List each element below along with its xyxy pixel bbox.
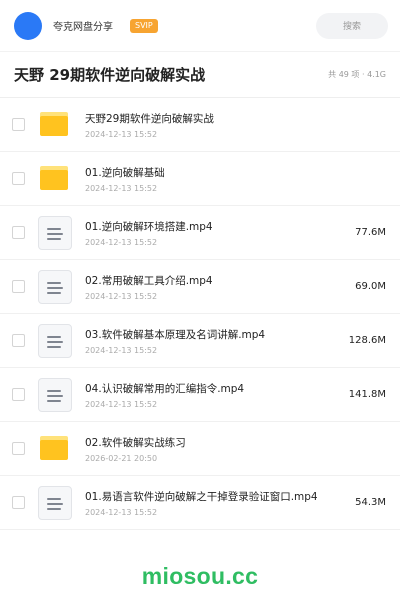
row-checkbox[interactable] (12, 172, 25, 185)
video-file-icon (38, 269, 72, 304)
item-date: 2024-12-13 15:52 (85, 399, 158, 409)
item-name: 01.易语言软件逆向破解之干掉登录验证窗口.mp4 (85, 490, 318, 503)
item-date: 2024-12-13 15:52 (85, 237, 158, 247)
row-checkbox[interactable] (12, 442, 25, 455)
item-info: 02.常用破解工具介绍.mp4 2024-12-13 15:52 (85, 273, 349, 301)
svip-badge: SVIP (130, 18, 158, 33)
quark-logo-icon[interactable] (14, 11, 42, 40)
item-date: 2024-12-13 15:52 (85, 345, 158, 355)
search-button[interactable]: 搜索 (316, 12, 388, 39)
row-checkbox[interactable] (12, 388, 25, 401)
item-size: 54.3M (355, 497, 386, 508)
folder-meta: 共 49 项 · 4.1G (328, 70, 386, 79)
top-bar: 夸克网盘分享 SVIP 搜索 (0, 0, 400, 52)
file-row[interactable]: 01.逆向破解环境搭建.mp4 2024-12-13 15:52 77.6M (0, 206, 400, 260)
file-row[interactable]: 04.认识破解常用的汇编指令.mp4 2024-12-13 15:52 141.8M (0, 368, 400, 422)
folder-icon (38, 108, 72, 142)
item-name: 02.常用破解工具介绍.mp4 (85, 274, 213, 287)
item-info: 04.认识破解常用的汇编指令.mp4 2024-12-13 15:52 (85, 381, 343, 409)
item-info: 02.软件破解实战练习 2026-02-21 20:50 (85, 435, 386, 463)
video-file-icon (38, 377, 72, 412)
item-info: 01.逆向破解基础 2024-12-13 15:52 (85, 165, 386, 193)
row-checkbox[interactable] (12, 118, 25, 131)
item-name: 01.逆向破解环境搭建.mp4 (85, 220, 213, 233)
item-info: 天野29期软件逆向破解实战 2024-12-13 15:52 (85, 111, 386, 139)
item-date: 2024-12-13 15:52 (85, 183, 158, 193)
folder-row[interactable]: 天野29期软件逆向破解实战 2024-12-13 15:52 (0, 98, 400, 152)
item-size: 77.6M (355, 227, 386, 238)
item-date: 2026-02-21 20:50 (85, 453, 158, 463)
row-checkbox[interactable] (12, 226, 25, 239)
item-name: 天野29期软件逆向破解实战 (85, 112, 214, 125)
item-date: 2024-12-13 15:52 (85, 507, 158, 517)
folder-title: 天野 29期软件逆向破解实战 (14, 66, 206, 84)
item-date: 2024-12-13 15:52 (85, 129, 158, 139)
row-checkbox[interactable] (12, 496, 25, 509)
file-row[interactable]: 01.易语言软件逆向破解之干掉登录验证窗口.mp4 2024-12-13 15:5… (0, 476, 400, 530)
share-title: 夸克网盘分享 (53, 22, 113, 33)
item-date: 2024-12-13 15:52 (85, 291, 158, 301)
folder-header: 天野 29期软件逆向破解实战 共 49 项 · 4.1G (0, 52, 400, 98)
item-info: 03.软件破解基本原理及名词讲解.mp4 2024-12-13 15:52 (85, 327, 343, 355)
item-size: 128.6M (348, 335, 386, 346)
file-list: 天野29期软件逆向破解实战 2024-12-13 15:52 01.逆向破解基础 20… (0, 98, 400, 530)
folder-icon (38, 432, 72, 466)
item-info: 01.易语言软件逆向破解之干掉登录验证窗口.mp4 2024-12-13 15:5… (85, 489, 349, 517)
item-name: 02.软件破解实战练习 (85, 436, 186, 449)
item-name: 01.逆向破解基础 (85, 166, 165, 179)
video-file-icon (38, 485, 72, 520)
watermark: miosou.cc (141, 563, 259, 589)
item-name: 03.软件破解基本原理及名词讲解.mp4 (85, 328, 266, 341)
item-size: 69.0M (355, 281, 386, 292)
file-row[interactable]: 03.软件破解基本原理及名词讲解.mp4 2024-12-13 15:52 128.… (0, 314, 400, 368)
file-row[interactable]: 02.常用破解工具介绍.mp4 2024-12-13 15:52 69.0M (0, 260, 400, 314)
folder-row[interactable]: 01.逆向破解基础 2024-12-13 15:52 (0, 152, 400, 206)
row-checkbox[interactable] (12, 280, 25, 293)
video-file-icon (38, 323, 72, 358)
item-size: 141.8M (348, 389, 386, 400)
item-name: 04.认识破解常用的汇编指令.mp4 (85, 382, 245, 395)
video-file-icon (38, 215, 72, 250)
row-checkbox[interactable] (12, 334, 25, 347)
item-info: 01.逆向破解环境搭建.mp4 2024-12-13 15:52 (85, 219, 349, 247)
folder-row[interactable]: 02.软件破解实战练习 2026-02-21 20:50 (0, 422, 400, 476)
folder-icon (38, 162, 72, 196)
